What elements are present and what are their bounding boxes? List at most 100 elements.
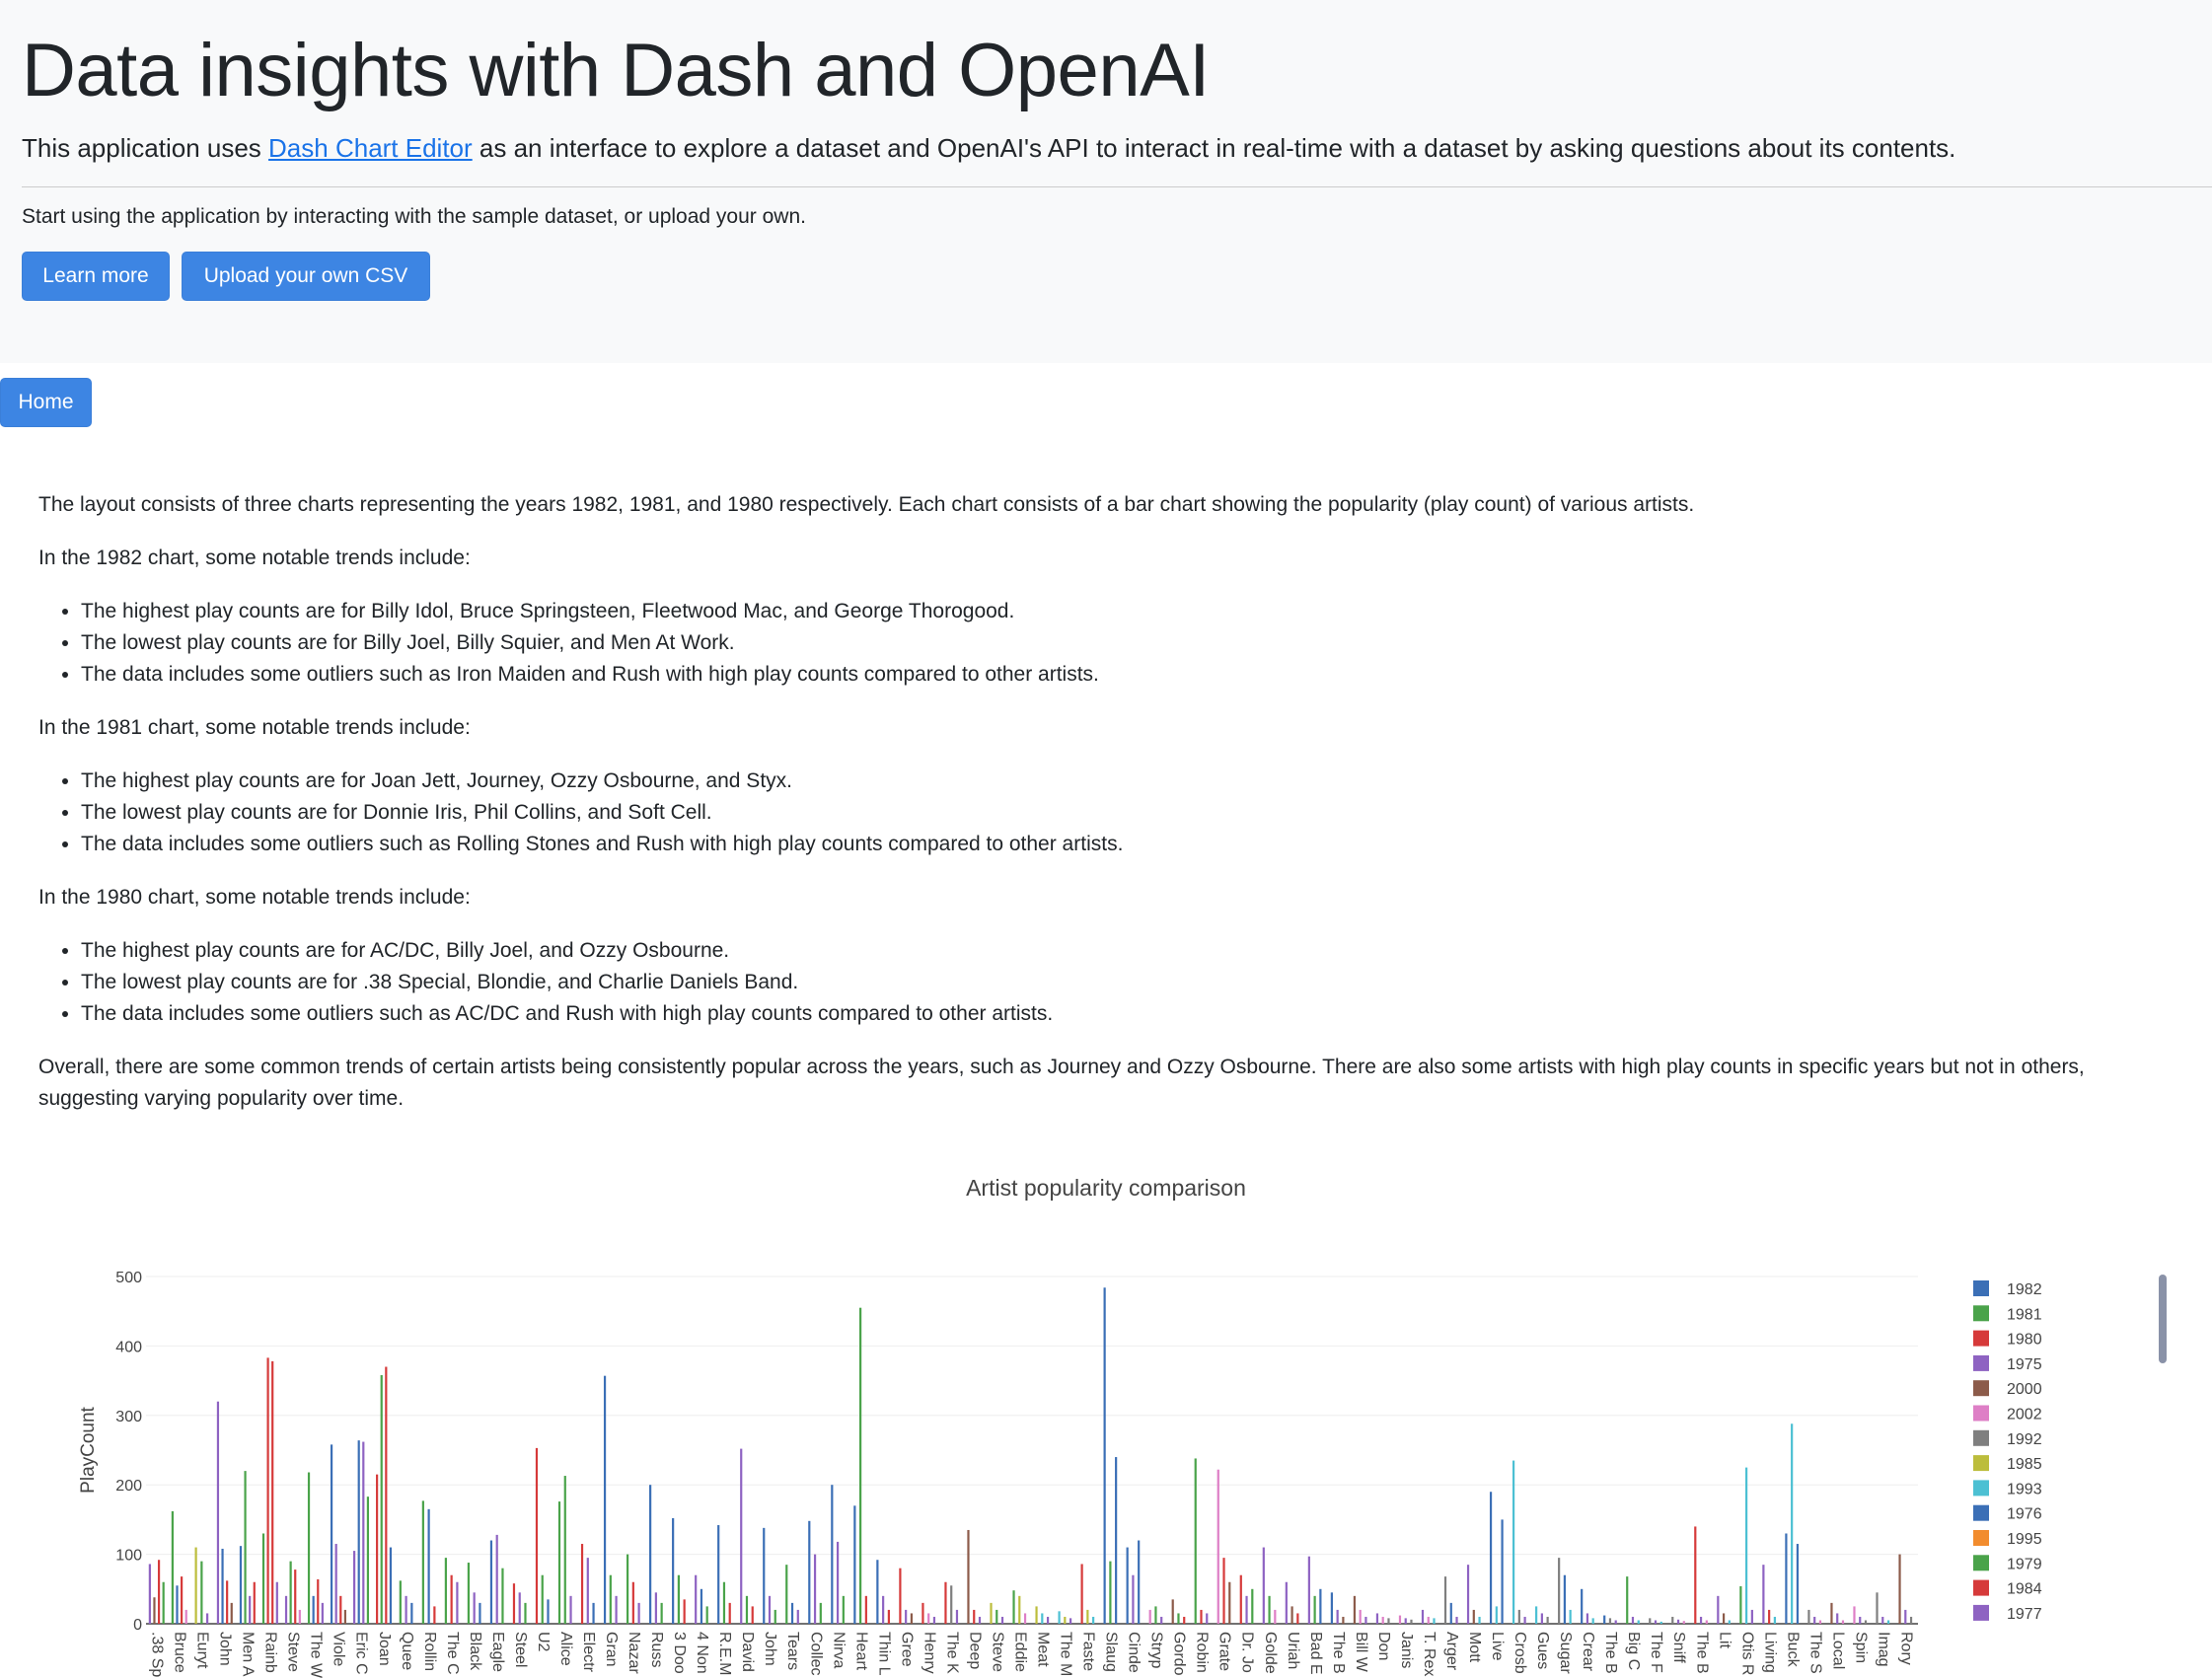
bar[interactable] <box>535 1447 539 1624</box>
bar[interactable] <box>1671 1616 1674 1624</box>
bar[interactable] <box>294 1570 297 1624</box>
bar[interactable] <box>1807 1609 1810 1624</box>
legend-swatch[interactable] <box>1973 1330 1989 1347</box>
bar[interactable] <box>275 1581 278 1624</box>
bar[interactable] <box>768 1595 772 1624</box>
bar[interactable] <box>819 1602 822 1624</box>
bar[interactable] <box>153 1597 156 1624</box>
legend-label[interactable]: 1979 <box>2007 1556 2042 1572</box>
bar[interactable] <box>695 1574 698 1624</box>
bar[interactable] <box>1103 1287 1106 1624</box>
bar[interactable] <box>1796 1544 1800 1624</box>
bar[interactable] <box>467 1563 471 1624</box>
bar[interactable] <box>1705 1620 1708 1624</box>
bar[interactable] <box>1466 1565 1470 1624</box>
bar[interactable] <box>226 1580 229 1624</box>
bar[interactable] <box>995 1609 998 1624</box>
bar[interactable] <box>289 1561 292 1624</box>
bar[interactable] <box>1330 1592 1333 1624</box>
legend-label[interactable]: 1975 <box>2007 1356 2042 1373</box>
bar[interactable] <box>1631 1616 1635 1624</box>
bar[interactable] <box>887 1609 890 1624</box>
bar[interactable] <box>973 1609 976 1624</box>
bar[interactable] <box>518 1592 521 1624</box>
bar[interactable] <box>1535 1606 1538 1624</box>
bar[interactable] <box>495 1534 498 1624</box>
bar[interactable] <box>1138 1540 1141 1624</box>
bar[interactable] <box>882 1595 885 1624</box>
bar[interactable] <box>230 1602 233 1624</box>
bar[interactable] <box>366 1496 370 1624</box>
bar[interactable] <box>1864 1620 1868 1624</box>
bar[interactable] <box>343 1609 346 1624</box>
legend-label[interactable]: 1984 <box>2007 1581 2042 1598</box>
bar[interactable] <box>1585 1613 1589 1624</box>
bar[interactable] <box>307 1472 311 1624</box>
bar[interactable] <box>1659 1621 1662 1624</box>
bar[interactable] <box>444 1558 447 1624</box>
bar[interactable] <box>1881 1616 1884 1624</box>
legend-swatch[interactable] <box>1973 1455 1989 1472</box>
bar[interactable] <box>1154 1606 1157 1624</box>
bar[interactable] <box>1064 1616 1067 1624</box>
bar[interactable] <box>876 1560 879 1624</box>
bar[interactable] <box>1762 1565 1765 1624</box>
bar[interactable] <box>603 1375 607 1624</box>
bar[interactable] <box>864 1595 867 1624</box>
bar[interactable] <box>180 1576 184 1624</box>
bar[interactable] <box>1859 1616 1862 1624</box>
bar[interactable] <box>1023 1613 1027 1624</box>
bar[interactable] <box>586 1558 589 1624</box>
bar[interactable] <box>1443 1576 1447 1624</box>
bar[interactable] <box>1381 1616 1384 1624</box>
bar[interactable] <box>615 1595 618 1624</box>
bar[interactable] <box>1177 1613 1180 1624</box>
home-button[interactable]: Home <box>0 378 92 427</box>
legend-label[interactable]: 1992 <box>2007 1431 2042 1448</box>
bar[interactable] <box>1489 1492 1493 1624</box>
legend-scrollbar[interactable] <box>2159 1275 2167 1363</box>
legend-swatch[interactable] <box>1973 1480 1989 1496</box>
bar[interactable] <box>501 1568 504 1624</box>
bar[interactable] <box>1791 1424 1794 1624</box>
bar[interactable] <box>751 1606 754 1624</box>
bar[interactable] <box>1115 1457 1118 1624</box>
bar[interactable] <box>899 1568 902 1624</box>
bar[interactable] <box>1654 1620 1658 1624</box>
artist-popularity-chart[interactable]: Artist popularity comparison 0 100 200 300 40… <box>0 1164 2212 1679</box>
bar[interactable] <box>1274 1609 1277 1624</box>
bar[interactable] <box>184 1609 187 1624</box>
legend-label[interactable]: 1980 <box>2007 1332 2042 1349</box>
bar[interactable] <box>385 1366 388 1624</box>
bar[interactable] <box>216 1401 220 1624</box>
bar[interactable] <box>592 1602 595 1624</box>
bar[interactable] <box>1603 1615 1606 1624</box>
bar[interactable] <box>547 1599 550 1624</box>
bar[interactable] <box>1285 1581 1288 1624</box>
legend-label[interactable]: 2000 <box>2007 1381 2042 1398</box>
bar[interactable] <box>1359 1609 1362 1624</box>
bar[interactable] <box>1455 1616 1458 1624</box>
bar[interactable] <box>1523 1616 1526 1624</box>
bar[interactable] <box>1626 1576 1629 1624</box>
bar[interactable] <box>1194 1458 1197 1624</box>
bar[interactable] <box>148 1564 151 1624</box>
bar[interactable] <box>357 1440 360 1624</box>
bar[interactable] <box>1433 1618 1436 1624</box>
legend-swatch[interactable] <box>1973 1555 1989 1571</box>
upload-csv-button[interactable]: Upload your own CSV <box>182 252 430 301</box>
bar[interactable] <box>1785 1533 1788 1624</box>
bar[interactable] <box>405 1595 407 1624</box>
bar[interactable] <box>1126 1547 1129 1624</box>
bar[interactable] <box>298 1609 301 1624</box>
bar[interactable] <box>1109 1561 1112 1624</box>
bar[interactable] <box>649 1485 652 1624</box>
bar[interactable] <box>1012 1590 1015 1624</box>
bar[interactable] <box>1898 1554 1901 1624</box>
bar[interactable] <box>479 1602 481 1624</box>
bar[interactable] <box>1046 1616 1050 1624</box>
bar[interactable] <box>722 1581 726 1624</box>
bar[interactable] <box>683 1599 686 1624</box>
bar[interactable] <box>271 1360 274 1624</box>
bar[interactable] <box>162 1581 165 1624</box>
